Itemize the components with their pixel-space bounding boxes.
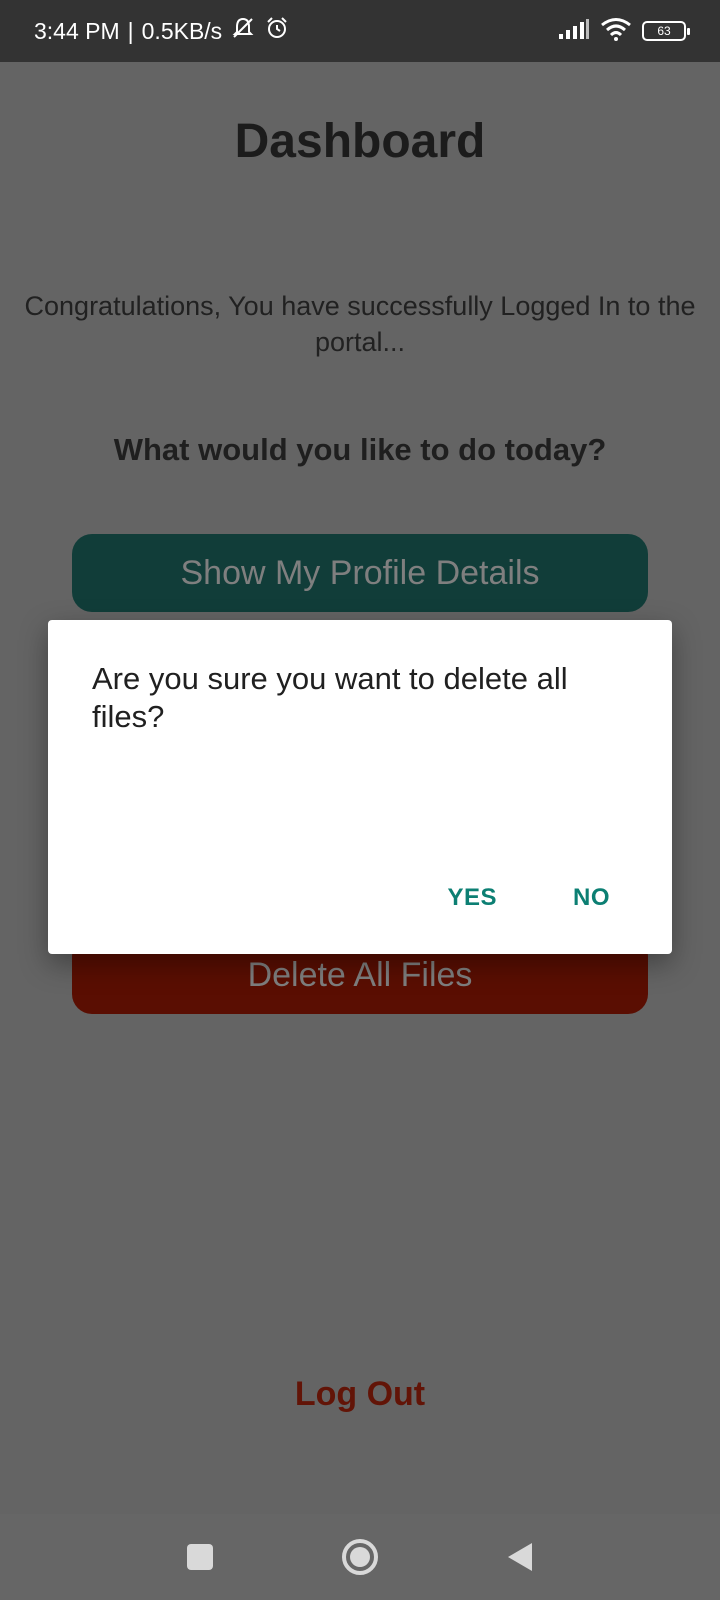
wifi-icon: [600, 17, 632, 46]
status-bar: 3:44 PM | 0.5KB/s 63: [0, 0, 720, 62]
network-speed: 0.5KB/s: [141, 17, 223, 44]
dialog-message: Are you sure you want to delete all file…: [92, 661, 568, 734]
navigation-bar: [0, 1514, 720, 1600]
battery-level: 63: [657, 24, 671, 38]
congrats-message: Congratulations, You have successfully L…: [24, 291, 696, 357]
alarm-icon: [264, 15, 290, 47]
yes-button[interactable]: YES: [447, 884, 497, 912]
back-icon[interactable]: [500, 1537, 540, 1577]
no-button[interactable]: NO: [573, 884, 610, 912]
battery-icon: 63: [642, 21, 690, 41]
page-title: Dashboard: [234, 115, 486, 168]
status-separator: |: [127, 17, 134, 44]
bell-off-icon: [230, 15, 256, 47]
signal-icon: [558, 18, 590, 45]
confirm-delete-dialog: Are you sure you want to delete all file…: [48, 620, 672, 954]
question-heading: What would you like to do today?: [113, 432, 607, 467]
logout-link[interactable]: Log Out: [0, 1375, 720, 1414]
home-icon[interactable]: [340, 1537, 380, 1577]
status-right: 63: [558, 17, 690, 46]
status-time: 3:44 PM: [34, 17, 120, 44]
recents-icon[interactable]: [180, 1537, 220, 1577]
status-left: 3:44 PM | 0.5KB/s: [34, 15, 290, 47]
show-profile-button[interactable]: Show My Profile Details: [72, 534, 648, 612]
dialog-actions: YES NO: [447, 884, 610, 912]
